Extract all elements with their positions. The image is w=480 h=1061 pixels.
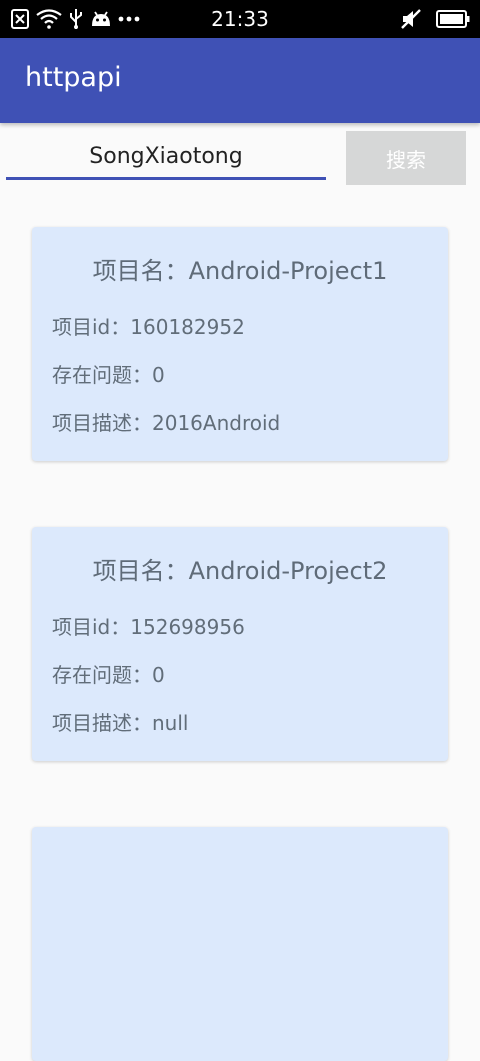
app-title: httpapi xyxy=(25,62,122,93)
project-desc-row: 项目描述：null xyxy=(52,707,188,736)
project-name-label: 项目名： xyxy=(92,557,189,585)
project-name: Android-Project2 xyxy=(188,557,388,585)
search-input[interactable] xyxy=(6,136,326,180)
project-name-row: 项目名：Android-Project2 xyxy=(32,551,448,586)
project-name-label: 项目名： xyxy=(92,257,189,285)
status-icons-right xyxy=(400,8,470,30)
search-button[interactable]: 搜索 xyxy=(346,131,466,185)
project-desc: 2016Android xyxy=(152,411,281,435)
app-bar: httpapi xyxy=(0,38,480,123)
project-issues-row: 存在问题：0 xyxy=(52,659,165,688)
project-desc-label: 项目描述： xyxy=(52,711,152,735)
project-issues-label: 存在问题： xyxy=(52,363,152,387)
project-name-row: 项目名：Android-Project1 xyxy=(32,251,448,286)
project-issues-label: 存在问题： xyxy=(52,663,152,687)
battery-icon xyxy=(436,10,470,28)
status-bar: 21:33 xyxy=(0,0,480,38)
project-id: 152698956 xyxy=(130,615,245,639)
project-issues: 0 xyxy=(152,363,165,387)
project-card[interactable]: 项目名：Android-Project2 项目id：152698956 存在问题… xyxy=(32,527,448,761)
project-card-partial[interactable] xyxy=(32,827,448,1061)
project-card[interactable]: 项目名：Android-Project1 项目id：160182952 存在问题… xyxy=(32,227,448,461)
project-id-row: 项目id：160182952 xyxy=(52,311,245,340)
project-desc: null xyxy=(152,711,189,735)
project-id: 160182952 xyxy=(130,315,245,339)
project-issues-row: 存在问题：0 xyxy=(52,359,165,388)
project-name: Android-Project1 xyxy=(188,257,388,285)
project-id-label: 项目id： xyxy=(52,315,131,339)
mute-icon xyxy=(400,8,422,30)
project-id-row: 项目id：152698956 xyxy=(52,611,245,640)
project-id-label: 项目id： xyxy=(52,615,131,639)
project-desc-row: 项目描述：2016Android xyxy=(52,407,280,436)
project-issues: 0 xyxy=(152,663,165,687)
project-desc-label: 项目描述： xyxy=(52,411,152,435)
